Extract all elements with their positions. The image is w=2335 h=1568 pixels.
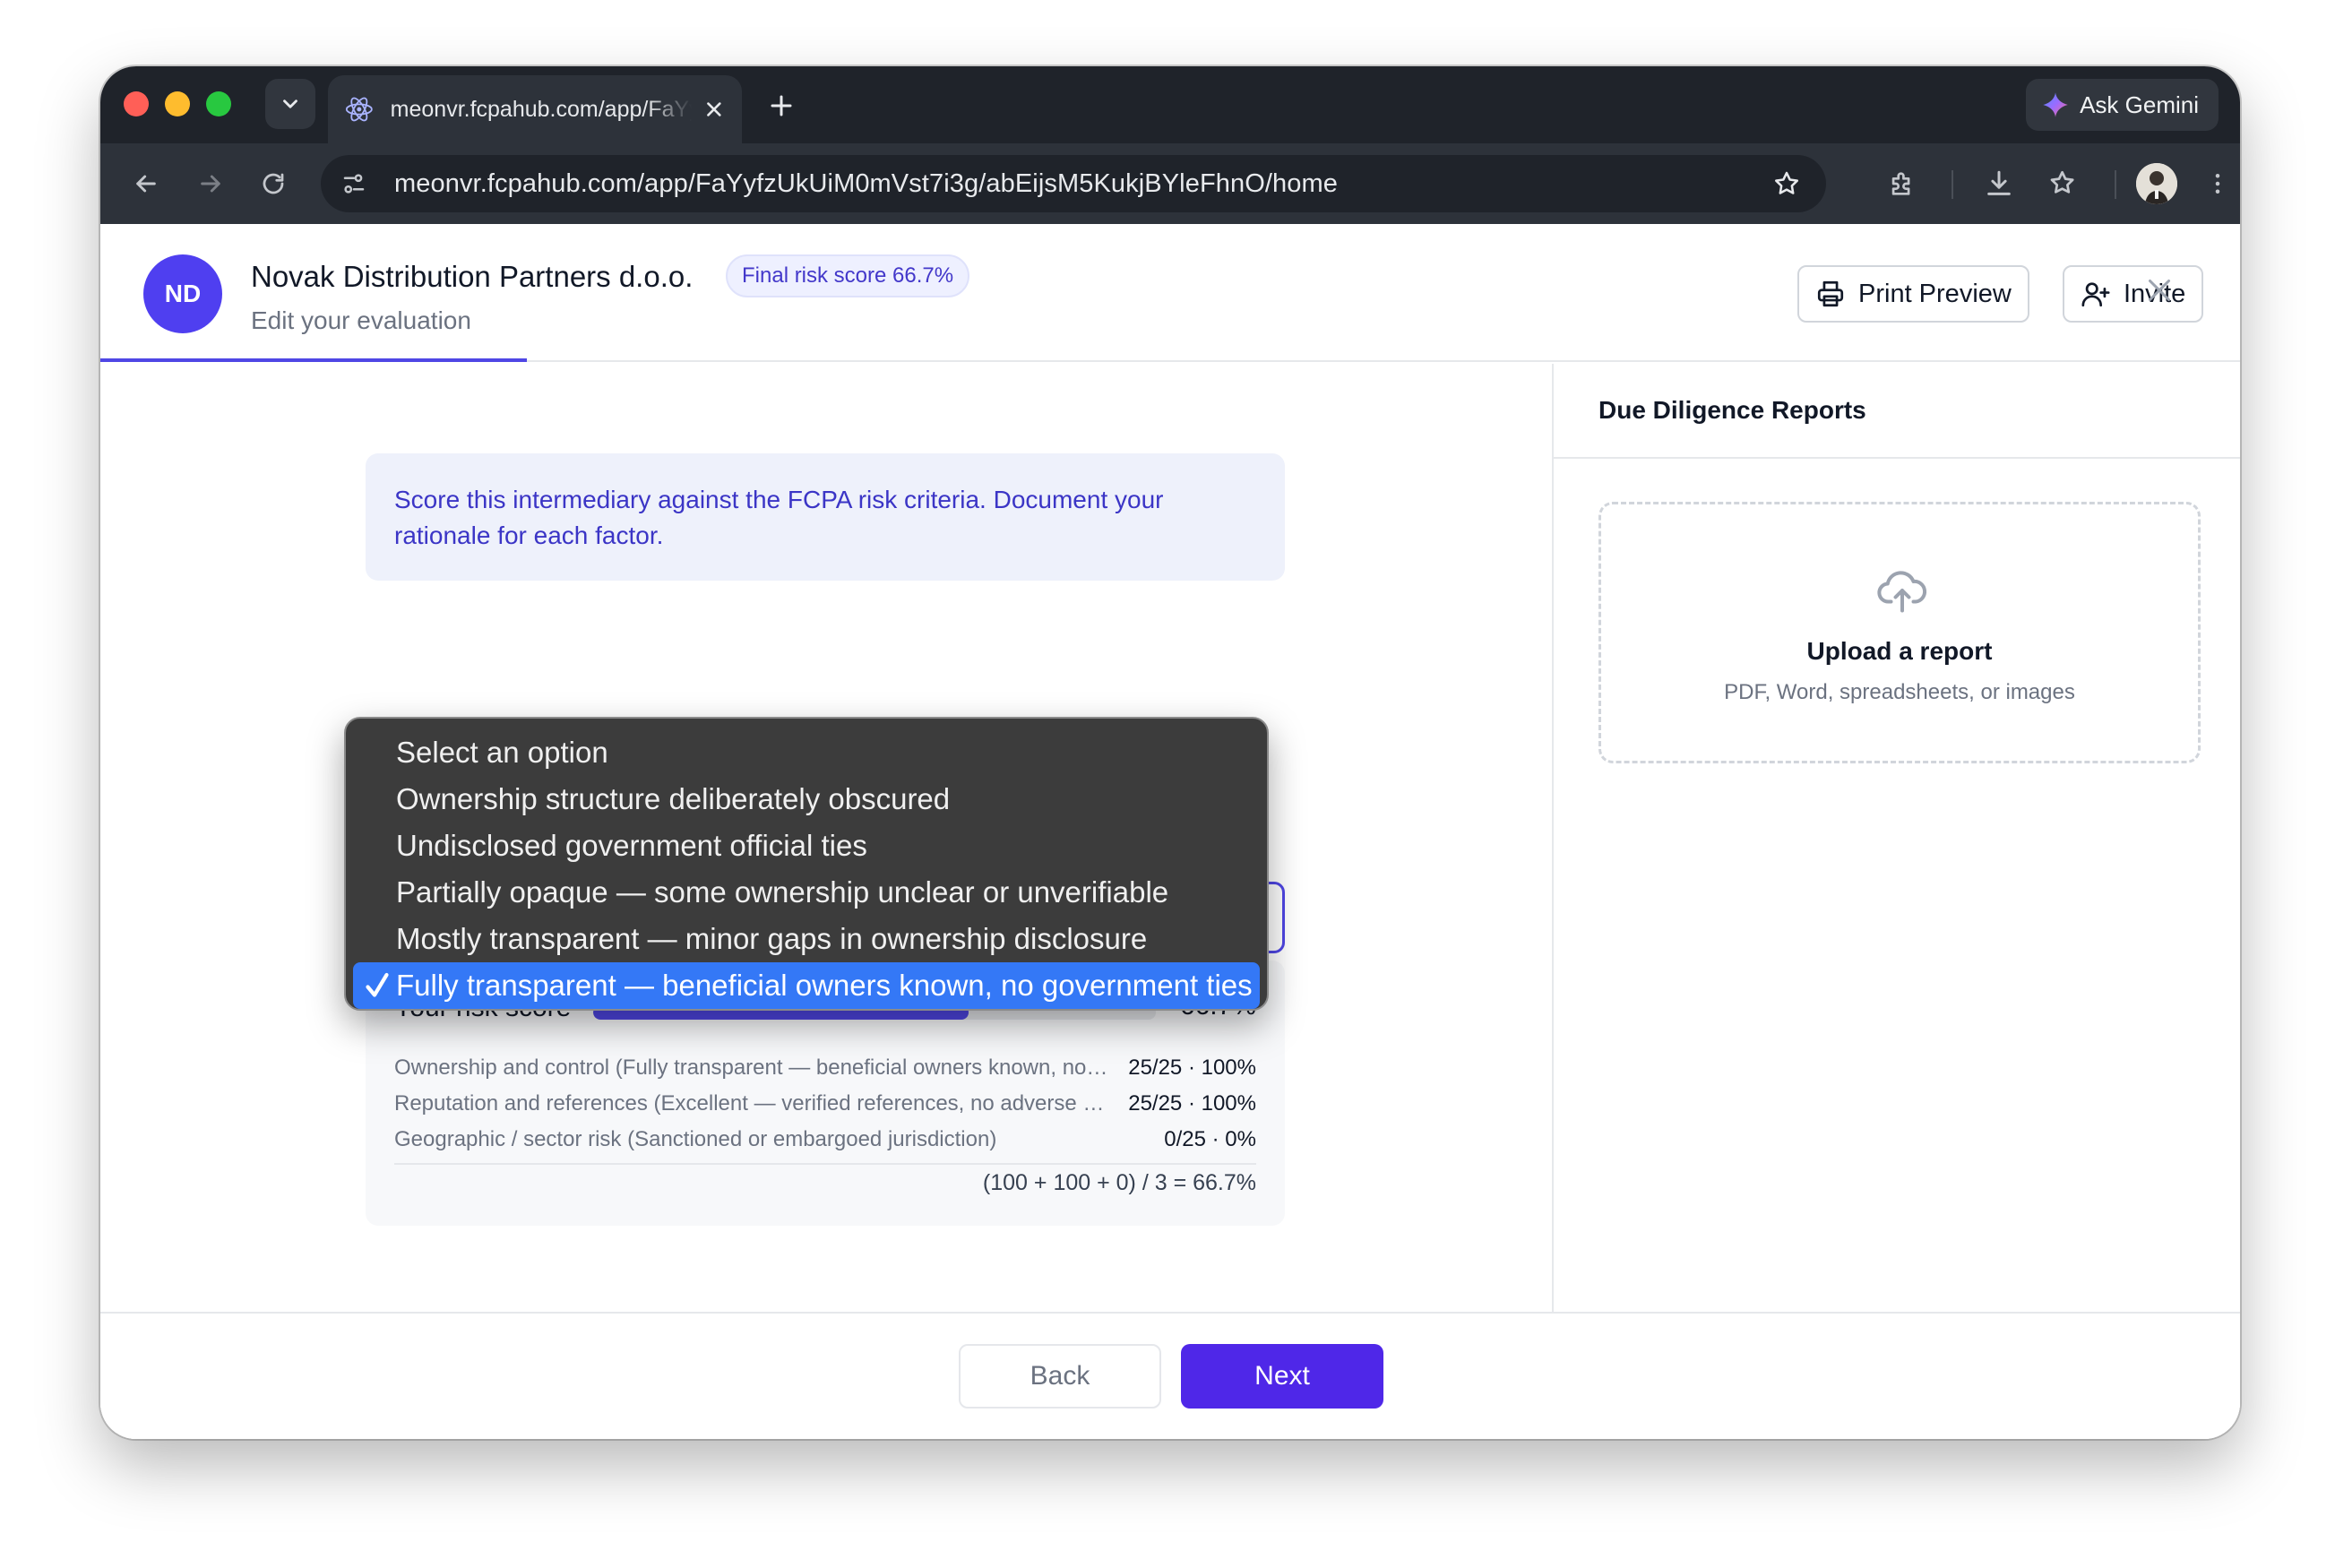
breakdown-row-value: 0/25 · 0% [1164,1127,1256,1151]
extensions-button[interactable] [1882,163,1923,204]
app-content: ND Novak Distribution Partners d.o.o. Fi… [100,224,2240,1439]
dropdown-option[interactable]: Select an option [353,729,1260,776]
download-icon [1987,170,2011,195]
option-label: Ownership structure deliberately obscure… [396,782,951,815]
print-preview-label: Print Preview [1858,279,2012,308]
profile-avatar[interactable] [2136,163,2177,204]
tab-bar: meonvr.fcpahub.com/app/FaYyfzUkUiM0mVst7… [100,66,2240,143]
address-bar[interactable]: meonvr.fcpahub.com/app/FaYyfzUkUiM0mVst7… [321,155,1826,212]
dropdown-option[interactable]: Partially opaque — some ownership unclea… [353,869,1260,916]
bookmark-button[interactable] [1767,164,1806,203]
reload-icon [263,173,284,194]
step-progress-indicator [100,358,527,362]
dropdown-option[interactable]: Undisclosed government official ties [353,823,1260,869]
react-favicon-icon [345,97,373,122]
final-risk-score-badge: Final risk score 66.7% [726,254,970,297]
forward-nav-button[interactable] [190,163,231,204]
minimize-window-button[interactable] [165,91,190,116]
option-label: Fully transparent — beneficial owners kn… [396,969,1253,1002]
browser-toolbar: meonvr.fcpahub.com/app/FaYyfzUkUiM0mVst7… [100,143,2240,224]
ask-gemini-label: Ask Gemini [2080,90,2199,118]
option-label: Undisclosed government official ties [396,829,867,862]
close-tab-icon[interactable] [702,98,726,121]
evaluation-header: ND Novak Distribution Partners d.o.o. Fi… [100,224,2240,362]
breakdown-row-label: Ownership and control (Fully transparent… [394,1055,1111,1080]
breakdown-row: Ownership and control (Fully transparent… [394,1050,1256,1086]
browser-menu-button[interactable] [2197,163,2238,204]
evaluation-main: Score this intermediary against the FCPA… [100,364,1552,1314]
option-label: Select an option [396,736,608,769]
tune-icon [343,174,365,194]
puzzle-icon [1891,172,1910,195]
downloads-button[interactable] [1978,163,2020,204]
arrow-left-icon [136,175,156,193]
plus-icon [771,95,792,116]
option-label: Partially opaque — some ownership unclea… [396,875,1169,909]
back-nav-button[interactable] [125,163,167,204]
breakdown-row-value: 25/25 · 100% [1128,1055,1256,1080]
breakdown-row-value: 25/25 · 100% [1128,1091,1256,1116]
score-formula: (100 + 100 + 0) / 3 = 66.7% [982,1170,1256,1195]
next-button[interactable]: Next [1181,1344,1383,1409]
reload-button[interactable] [253,163,294,204]
upload-subtitle: PDF, Word, spreadsheets, or images [1724,680,2075,704]
site-info-button[interactable] [333,163,375,204]
browser-tab[interactable]: meonvr.fcpahub.com/app/FaYyfzUkUiM0mVst7… [328,75,742,143]
ownership-options-dropdown: Select an option Ownership structure del… [344,717,1269,1011]
gemini-sparkle-icon [2043,92,2068,117]
close-window-button[interactable] [124,91,149,116]
option-label: Mostly transparent — minor gaps in owner… [396,922,1148,955]
new-tab-button[interactable] [763,88,799,124]
dropdown-option[interactable]: Mostly transparent — minor gaps in owner… [353,916,1260,962]
bookmarks-manager-button[interactable] [2043,163,2084,204]
upload-title: Upload a report [1806,637,1993,665]
breakdown-row: Geographic / sector risk (Sanctioned or … [394,1122,1256,1158]
tab-title: meonvr.fcpahub.com/app/FaYyfzUkUiM0mVst7… [390,96,693,122]
panel-title: Due Diligence Reports [1598,396,1866,424]
dropdown-option[interactable]: Ownership structure deliberately obscure… [353,776,1260,823]
upload-dropzone[interactable]: Upload a report PDF, Word, spreadsheets,… [1598,502,2201,763]
url-text: meonvr.fcpahub.com/app/FaYyfzUkUiM0mVst7… [394,168,1338,198]
wizard-footer: Back Next [100,1312,2240,1439]
org-name: Novak Distribution Partners d.o.o. [251,260,694,293]
back-button[interactable]: Back [959,1344,1161,1409]
toolbar-separator [2115,170,2116,199]
person-photo-icon [2136,163,2177,204]
close-icon[interactable] [2143,274,2176,306]
star-outline-icon [1775,171,1798,194]
breakdown-divider [394,1163,1256,1165]
dropdown-option-selected[interactable]: Fully transparent — beneficial owners kn… [353,962,1260,1009]
arrow-right-icon [201,175,220,193]
instructions-callout: Score this intermediary against the FCPA… [366,453,1285,581]
ask-gemini-button[interactable]: Ask Gemini [2026,79,2219,131]
print-preview-button[interactable]: Print Preview [1797,265,2029,323]
breakdown-row: Reputation and references (Excellent — v… [394,1086,1256,1122]
browser-chrome: meonvr.fcpahub.com/app/FaYyfzUkUiM0mVst7… [100,66,2240,224]
chevron-down-icon [283,99,297,108]
org-avatar: ND [143,254,222,333]
printer-icon [1817,280,1844,307]
toolbar-separator [1952,170,1953,199]
due-diligence-panel: Due Diligence Reports Upload a report PD… [1552,364,2240,1314]
breakdown-row-label: Reputation and references (Excellent — v… [394,1091,1111,1116]
checkmark-icon [366,972,389,997]
kebab-menu-icon [2215,174,2220,194]
page-subtitle: Edit your evaluation [251,306,471,334]
star-list-icon [2050,170,2074,194]
invite-button[interactable]: Invite [2063,265,2204,323]
score-breakdown: Ownership and control (Fully transparent… [394,1050,1256,1165]
panel-divider [1554,457,2240,459]
cloud-upload-icon [1877,571,1927,613]
user-plus-icon [2081,282,2110,307]
browser-window: meonvr.fcpahub.com/app/FaYyfzUkUiM0mVst7… [100,66,2240,1439]
tab-search-button[interactable] [265,79,315,129]
maximize-window-button[interactable] [206,91,231,116]
breakdown-row-label: Geographic / sector risk (Sanctioned or … [394,1127,997,1151]
